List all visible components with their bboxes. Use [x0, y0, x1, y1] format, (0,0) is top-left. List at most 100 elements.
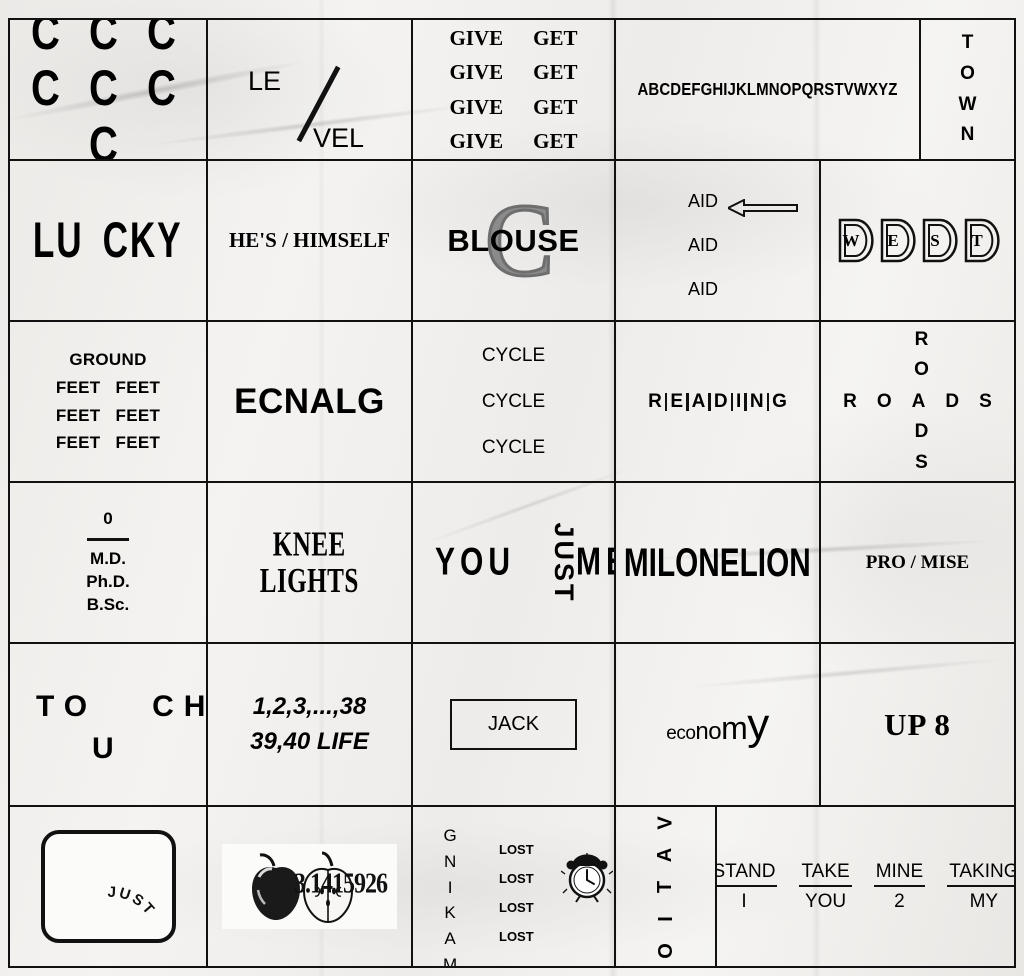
you-just-me-rebus: YOU JUST ME — [413, 483, 614, 642]
puzzle-cell-r1c5[interactable]: T O W N — [919, 18, 1016, 161]
sequence-line-one: 1,2,3,...,38 — [252, 693, 367, 721]
fraction-numerator: TAKING — [947, 861, 1014, 887]
puzzle-cell-r5c4[interactable]: economy — [614, 642, 821, 807]
letter: K — [444, 903, 456, 923]
puzzle-cell-r1c3[interactable]: GIVE GIVE GIVE GIVE GET GET GET GET — [411, 18, 616, 161]
letter: T — [961, 31, 974, 53]
lucky-part-one: LU — [33, 212, 84, 268]
puzzle-cell-r2c1[interactable]: LU CKY — [8, 159, 208, 322]
get-column: GET GET GET GET — [533, 21, 577, 158]
puzzle-cell-r5c1[interactable]: TO CH U — [8, 642, 208, 807]
puzzle-cell-r2c2[interactable]: HE'S / HIMSELF — [206, 159, 413, 322]
puzzle-cell-r4c3[interactable]: YOU JUST ME — [411, 481, 616, 644]
letter: R — [648, 390, 662, 412]
jack-box: JACK — [449, 699, 578, 750]
life-number-sequence: 1,2,3,...,38 39,40 LIFE — [250, 690, 369, 758]
d-letter-text: T — [971, 230, 983, 250]
aid-word: AID — [688, 279, 719, 299]
give-get-grid: GIVE GIVE GIVE GIVE GET GET GET GET — [449, 21, 577, 158]
puzzle-cell-r1c2[interactable]: LE VEL — [206, 18, 413, 161]
lost-word: LOST — [499, 900, 534, 915]
puzzle-cell-r6c4[interactable]: O V A T I O N — [614, 805, 717, 968]
promise-text: PRO / MISE — [865, 551, 970, 573]
puzzle-cell-r5c2[interactable]: 1,2,3,...,38 39,40 LIFE — [206, 642, 413, 807]
alarm-clock-icon — [560, 847, 614, 910]
puzzle-cell-r4c4[interactable]: MILONELION — [614, 481, 821, 644]
puzzle-cell-r5c5[interactable]: UP 8 — [819, 642, 1016, 807]
letter: D — [945, 390, 980, 412]
just-vertical-text: JUST — [549, 521, 580, 604]
svg-text:JUST: JUST — [107, 885, 159, 920]
level-bottom-text: VEL — [313, 123, 365, 153]
feet-row: FEET FEET — [55, 433, 161, 453]
puzzle-cell-r6c1[interactable]: JUST — [8, 805, 208, 968]
jack-text: JACK — [487, 713, 540, 735]
lost-word: LOST — [499, 929, 534, 944]
alphabet-text: ABCDEFGHIJKLMNOPQRSTVWXYZ — [637, 79, 898, 100]
puzzle-cell-r6c5[interactable]: STAND I TAKE YOU MINE 2 TAKING MY — [715, 805, 1016, 968]
puzzle-cell-r2c3[interactable]: C BLOUSE — [411, 159, 616, 322]
apple-pi-rebus: 3.1415926 — [222, 844, 397, 929]
letter: S — [915, 451, 928, 473]
puzzle-cell-r4c5[interactable]: PRO / MISE — [819, 481, 1016, 644]
puzzle-cell-r6c2[interactable]: 3.1415926 — [206, 805, 413, 968]
puzzle-cell-r3c4[interactable]: READING — [614, 320, 821, 483]
puzzle-cell-r3c1[interactable]: GROUND FEET FEET FEET FEET FEET FEET — [8, 320, 208, 483]
lights-word: LIGHTS — [259, 561, 360, 601]
letter: N — [749, 390, 764, 412]
get-word: GET — [533, 94, 578, 119]
fraction: MINE 2 — [873, 861, 926, 913]
roads-crossword: ROADS R O A D S — [821, 322, 1014, 481]
letter: W — [958, 93, 977, 115]
d-letter-text: W — [842, 230, 860, 250]
give-word: GIVE — [449, 128, 504, 153]
puzzle-cell-r3c3[interactable]: CYCLE CYCLE CYCLE — [411, 320, 616, 483]
fraction: TAKING MY — [947, 861, 1014, 913]
give-column: GIVE GIVE GIVE GIVE — [449, 21, 503, 158]
ovation-vertical-word: O V A T I O N — [654, 807, 676, 966]
letter: D — [914, 420, 929, 442]
letter: O — [914, 359, 929, 381]
cycle-word: CYCLE — [481, 436, 546, 458]
puzzle-cell-r5c3[interactable]: JACK — [411, 642, 616, 807]
give-word: GIVE — [449, 94, 504, 119]
economy-segment: no — [695, 717, 722, 745]
milonelion-text: MILONELION — [624, 539, 811, 585]
give-word: GIVE — [449, 60, 504, 85]
d-letter-text: E — [887, 230, 899, 250]
letter: D — [713, 390, 728, 412]
ground-word: GROUND — [69, 350, 147, 370]
touch-top-text: TO CH — [36, 690, 208, 723]
aid-rebus: AID AID AID — [616, 161, 819, 320]
ground-feet-stack: GROUND FEET FEET FEET FEET FEET FEET — [56, 346, 160, 456]
get-word: GET — [533, 128, 578, 153]
rebus-grid: C C C C C C C LE VEL GIVE GIVE GIVE GIVE… — [8, 18, 1016, 968]
puzzle-cell-r2c5[interactable]: W E S T — [819, 159, 1016, 322]
puzzle-cell-r3c2[interactable]: ECNALG — [206, 320, 413, 483]
numerator-zero: 0 — [103, 509, 113, 529]
cycle-word: CYCLE — [481, 390, 546, 412]
puzzle-cell-r2c4[interactable]: AID AID AID — [614, 159, 821, 322]
letter: R — [843, 390, 877, 412]
blouse-rebus: C BLOUSE — [413, 161, 614, 320]
just-text: JUST — [107, 885, 156, 920]
degree-line: Ph.D. — [86, 572, 130, 591]
blouse-text: BLOUSE — [447, 222, 580, 258]
knee-lights-stack: KNEE LIGHTS — [259, 525, 360, 601]
letter: E — [670, 390, 684, 412]
letter: G — [772, 390, 787, 412]
puzzle-cell-r6c3[interactable]: G N I K A M LOST LOST LOST LOST — [411, 805, 616, 968]
gnikam-vertical-word: G N I K A M — [443, 823, 457, 966]
puzzle-cell-r4c1[interactable]: 0 M.D. Ph.D. B.Sc. — [8, 481, 208, 644]
economy-segment: eco — [666, 722, 696, 744]
degree-line: M.D. — [90, 549, 126, 569]
puzzle-cell-r3c5[interactable]: ROADS R O A D S — [819, 320, 1016, 483]
letter: A — [654, 847, 677, 862]
lost-word: LOST — [499, 842, 534, 857]
hes-himself-text: HE'S / HIMSELF — [228, 228, 391, 252]
puzzle-cell-r1c1[interactable]: C C C C C C C — [8, 18, 208, 161]
puzzle-cell-r1c4[interactable]: ABCDEFGHIJKLMNOPQRSTVWXYZ — [614, 18, 921, 161]
puzzle-cell-r4c2[interactable]: KNEE LIGHTS — [206, 481, 413, 644]
feet-row: FEET FEET — [55, 405, 161, 425]
letter: I — [654, 915, 677, 922]
